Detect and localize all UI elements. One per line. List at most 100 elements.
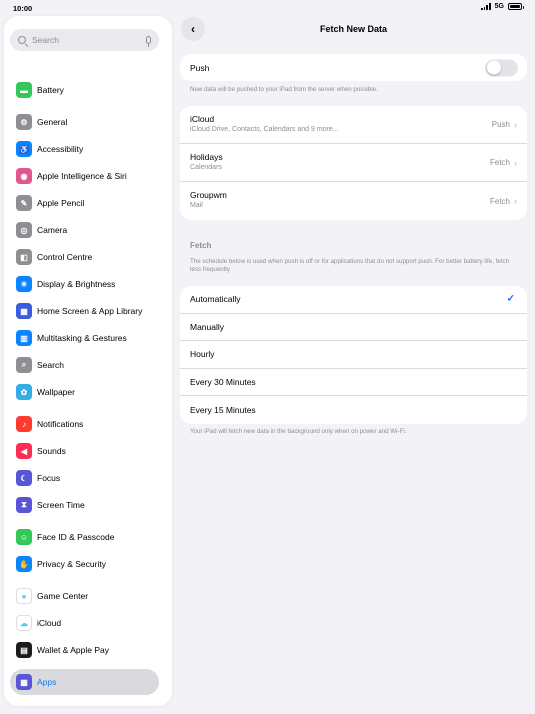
sidebar-item-label: Privacy & Security <box>37 559 106 569</box>
sidebar-item-camera[interactable]: ◎ Camera <box>10 217 159 243</box>
brightness-icon: ☀ <box>16 276 32 292</box>
status-bar: 10:00 5G <box>0 0 535 16</box>
account-fetch-value: Push <box>491 120 510 129</box>
sidebar-item-label: Focus <box>37 473 61 483</box>
account-fetch-mode: Push › <box>492 120 517 130</box>
account-fetch-mode: Fetch › <box>490 196 517 206</box>
push-row[interactable]: Push <box>180 54 527 81</box>
status-time: 10:00 <box>13 4 33 13</box>
bell-icon: ♪ <box>16 416 32 432</box>
sidebar-item-icloud[interactable]: ☁ iCloud <box>10 610 159 636</box>
push-note: New data will be pushed to your iPad fro… <box>190 86 378 93</box>
sidebar-item-label: General <box>37 117 68 127</box>
account-detail: Calendars <box>190 164 222 171</box>
fetch-option-label: Automatically <box>190 294 241 305</box>
account-name: iCloud <box>190 114 215 124</box>
accessibility-icon: ♿ <box>16 141 32 157</box>
network-type: 5G <box>494 3 504 10</box>
wallpaper-icon: ✿ <box>16 384 32 400</box>
search-icon <box>18 36 26 44</box>
cellular-signal-icon <box>481 3 491 10</box>
sidebar-item-label: Apple Pencil <box>37 198 85 208</box>
sidebar-item-privacy-security[interactable]: ✋ Privacy & Security <box>10 551 159 577</box>
sidebar-item-sounds[interactable]: ◀ Sounds <box>10 438 159 464</box>
apps-icon: ▦ <box>16 674 32 690</box>
fetch-footer: Your iPad will fetch new data in the bac… <box>190 428 407 435</box>
fetch-option-label: Every 30 Minutes <box>190 377 256 388</box>
sidebar-item-label: Screen Time <box>37 500 85 510</box>
sidebar-item-wallet-apple-pay[interactable]: ▤ Wallet & Apple Pay <box>10 637 159 663</box>
chevron-right-icon: › <box>514 196 517 206</box>
detail-header: ‹ Fetch New Data <box>172 16 535 42</box>
sidebar-item-home-screen-app-library[interactable]: ▦ Home Screen & App Library <box>10 298 159 324</box>
sidebar-item-label: Face ID & Passcode <box>37 532 115 542</box>
account-name: Groupwm <box>190 190 227 200</box>
pencil-icon: ✎ <box>16 195 32 211</box>
fetch-description: The schedule below is used when push is … <box>190 258 510 273</box>
battery-status-icon <box>508 3 524 10</box>
siri-icon: ◉ <box>16 168 32 184</box>
page-title: Fetch New Data <box>319 24 388 34</box>
sidebar-item-label: Home Screen & App Library <box>37 306 143 316</box>
fetch-option[interactable]: Every 30 Minutes <box>180 369 527 397</box>
sidebar-item-label: Sounds <box>37 446 66 456</box>
account-detail: iCloud Drive, Contacts, Calendars and 9 … <box>190 126 339 133</box>
moon-icon: ☾ <box>16 470 32 486</box>
push-toggle[interactable] <box>485 59 518 76</box>
sidebar-item-screen-time[interactable]: ⧗ Screen Time <box>10 492 159 518</box>
search-icon: ⌕ <box>16 357 32 373</box>
account-row[interactable]: Holidays Calendars Fetch › <box>180 144 527 182</box>
account-fetch-value: Fetch <box>489 196 510 206</box>
account-detail: Mail <box>190 202 203 209</box>
sidebar-item-label: Accessibility <box>37 144 84 154</box>
sidebar-item-label: Wallpaper <box>37 387 75 397</box>
fetch-option[interactable]: Automatically ✓ <box>180 286 527 314</box>
sidebar-item-label: Multitasking & Gestures <box>37 333 127 343</box>
sidebar-item-apps[interactable]: ▦ Apps <box>10 669 159 695</box>
sidebar-item-apple-pencil[interactable]: ✎ Apple Pencil <box>10 190 159 216</box>
sidebar-item-search[interactable]: ⌕ Search <box>10 352 159 378</box>
home-screen-icon: ▦ <box>16 303 32 319</box>
speaker-icon: ◀ <box>16 443 32 459</box>
sidebar-item-face-id-passcode[interactable]: ☺ Face ID & Passcode <box>10 524 159 550</box>
search-field[interactable]: Search <box>10 29 159 51</box>
multitasking-icon: ▥ <box>16 330 32 346</box>
sidebar-item-label: Control Centre <box>37 252 93 262</box>
chevron-right-icon: › <box>514 157 517 168</box>
account-row[interactable]: iCloud iCloud Drive, Contacts, Calendars … <box>180 106 527 144</box>
sidebar-item-control-centre[interactable]: ◧ Control Centre <box>10 244 159 270</box>
sidebar-item-apple-intelligence-siri[interactable]: ◉ Apple Intelligence & Siri <box>10 163 159 189</box>
fetch-option[interactable]: Hourly <box>180 341 527 369</box>
sidebar-item-label: Camera <box>37 225 68 235</box>
sidebar-item-label: Battery <box>37 85 64 95</box>
search-placeholder: Search <box>32 35 59 45</box>
fetch-option-label: Every 15 Minutes <box>190 405 256 416</box>
sidebar-item-label: Notifications <box>37 419 84 429</box>
gear-icon: ⚙ <box>16 114 32 130</box>
fetch-options-card: Automatically ✓ Manually Hourly Every 30 Min… <box>180 286 527 424</box>
sidebar-item-multitasking-gestures[interactable]: ▥ Multitasking & Gestures <box>10 325 159 351</box>
sidebar-item-focus[interactable]: ☾ Focus <box>10 465 159 491</box>
camera-icon: ◎ <box>16 222 32 238</box>
microphone-icon[interactable] <box>146 36 151 47</box>
account-row[interactable]: Groupwm Mail Fetch › <box>180 182 527 220</box>
checkmark-icon: ✓ <box>506 293 515 305</box>
sidebar-item-general[interactable]: ⚙ General <box>10 109 159 135</box>
sidebar-item-accessibility[interactable]: ♿ Accessibility <box>10 136 159 162</box>
push-card: Push <box>180 54 527 81</box>
sidebar-item-display-brightness[interactable]: ☀ Display & Brightness <box>10 271 159 297</box>
face-id-icon: ☺ <box>16 529 32 545</box>
hand-icon: ✋ <box>16 556 32 572</box>
status-indicators: 5G <box>481 3 524 10</box>
sidebar-item-game-center[interactable]: ● Game Center <box>10 583 159 609</box>
cloud-icon: ☁ <box>16 615 32 631</box>
account-fetch-value: Fetch <box>489 158 510 167</box>
sidebar-item-wallpaper[interactable]: ✿ Wallpaper <box>10 379 159 405</box>
fetch-option[interactable]: Manually <box>180 314 527 342</box>
fetch-option[interactable]: Every 15 Minutes <box>180 396 527 424</box>
fetch-option-label: Manually <box>190 321 225 332</box>
sidebar-item-notifications[interactable]: ♪ Notifications <box>10 411 159 437</box>
sidebar-item-label: Wallet & Apple Pay <box>37 645 109 655</box>
sidebar-item-battery[interactable]: ▬ Battery <box>10 77 159 103</box>
accounts-card: iCloud iCloud Drive, Contacts, Calendars … <box>180 106 527 220</box>
